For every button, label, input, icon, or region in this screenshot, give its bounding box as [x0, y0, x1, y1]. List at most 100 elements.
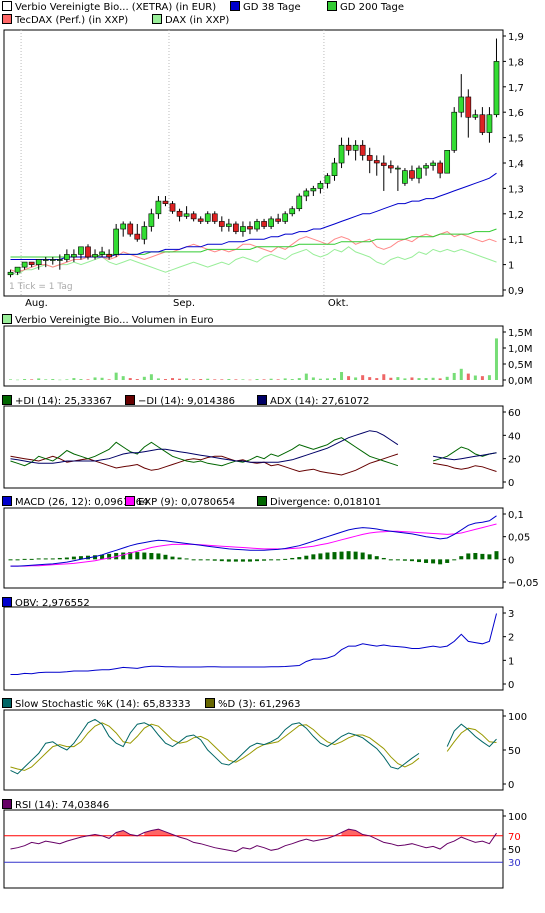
- candle-body: [71, 254, 77, 258]
- y-tick-label: 0,5M: [508, 360, 533, 371]
- y-tick-label: 60: [508, 408, 521, 419]
- volume-bar: [368, 377, 372, 380]
- volume-bar: [72, 378, 76, 380]
- candle-body: [78, 246, 84, 255]
- legend-label: Divergence: 0,018101: [270, 497, 382, 508]
- volume-bar: [58, 379, 62, 381]
- legend-label: OBV: 2,976552: [15, 598, 90, 609]
- y-tick-label: 0,9: [508, 286, 524, 297]
- candle-body: [493, 61, 500, 116]
- volume-bar: [340, 372, 344, 380]
- divergence-bar: [381, 557, 386, 560]
- legend-label: +DI (14): 25,33367: [15, 396, 112, 407]
- candle-body: [127, 223, 134, 235]
- legend-entry: DAX (in XXP): [152, 14, 229, 27]
- divergence-bar: [149, 552, 154, 560]
- legend-label: EXP (9): 0,0780654: [138, 497, 236, 508]
- candle-body: [458, 96, 465, 113]
- panel-frame: [3, 29, 504, 297]
- legend-entry: Divergence: 0,018101: [257, 496, 381, 509]
- volume-bar: [37, 378, 41, 380]
- volume-bar: [262, 379, 266, 380]
- divergence-bar: [36, 558, 41, 560]
- divergence-bar: [15, 559, 20, 561]
- panel-frame: [3, 325, 504, 387]
- candle-body: [338, 144, 345, 164]
- volume-bar: [156, 378, 160, 380]
- divergence-bar: [64, 557, 69, 560]
- y-tick-label: 0,05: [508, 533, 530, 544]
- candle-body: [472, 114, 479, 118]
- legend-label: DAX (in XXP): [165, 15, 230, 26]
- legend-label: GD 38 Tage: [243, 2, 301, 13]
- candle-body: [303, 190, 310, 197]
- volume-bar: [459, 368, 463, 380]
- panel-frame: [3, 809, 504, 889]
- tick-note: 1 Tick = 1 Tag: [9, 282, 73, 292]
- candle-body: [247, 226, 253, 230]
- candle-body: [233, 223, 239, 232]
- candle-body: [430, 162, 436, 166]
- volume-bar: [192, 379, 196, 380]
- candle-body: [204, 213, 211, 222]
- candle-body: [49, 259, 56, 261]
- divergence-bar: [219, 559, 224, 562]
- legend-entry: GD 38 Tage: [230, 1, 301, 14]
- volume-bar: [269, 378, 273, 380]
- legend-entry: ADX (14): 27,61072: [257, 395, 369, 408]
- y-tick-label: 1,9: [508, 32, 524, 43]
- candle-body: [226, 223, 232, 227]
- y-tick-label: 0: [508, 555, 514, 566]
- y-tick-label: 100: [508, 812, 527, 823]
- candle-body: [437, 162, 443, 174]
- legend-entry: EXP (9): 0,0780654: [125, 496, 235, 509]
- candle-body: [324, 175, 331, 184]
- divergence-bar: [409, 559, 414, 562]
- volume-bar: [438, 378, 442, 380]
- legend-swatch: [125, 395, 135, 405]
- y-tick-label: 20: [508, 455, 521, 466]
- candle-body: [106, 254, 112, 258]
- divergence-bar: [29, 558, 34, 560]
- divergence-bar: [142, 552, 147, 560]
- volume-bar: [234, 379, 238, 380]
- divergence-bar: [71, 556, 76, 560]
- divergence-bar: [205, 559, 210, 561]
- legend-swatch: [2, 314, 12, 324]
- legend-label: GD 200 Tage: [340, 2, 404, 13]
- candle-body: [218, 221, 225, 227]
- divergence-bar: [473, 552, 478, 560]
- volume-bar: [325, 378, 329, 380]
- legend-label: TecDAX (Perf.) (in XXP): [15, 15, 129, 26]
- y-tick-label: 50: [508, 746, 521, 757]
- candle-body: [282, 213, 289, 222]
- volume-bar: [255, 379, 259, 380]
- candle-body: [331, 162, 338, 176]
- y-tick-label: 1,3: [508, 184, 524, 195]
- y-tick-label: 1,0M: [508, 344, 533, 355]
- divergence-bar: [177, 557, 182, 560]
- divergence-bar: [198, 559, 203, 561]
- volume-bar: [417, 378, 421, 380]
- divergence-bar: [233, 559, 238, 562]
- volume-bar: [107, 379, 111, 380]
- divergence-bar: [247, 559, 252, 562]
- volume-bar: [241, 379, 245, 380]
- candle-body: [275, 218, 281, 222]
- candle-body: [190, 213, 197, 220]
- volume-bar: [206, 378, 210, 380]
- candle-body: [373, 160, 380, 164]
- y-tick-label: 1,1: [508, 235, 524, 246]
- candle-body: [211, 213, 218, 222]
- volume-bar: [396, 377, 400, 380]
- divergence-bar: [438, 559, 443, 565]
- volume-bar: [375, 378, 379, 380]
- panel-frame: [3, 405, 504, 489]
- y-tick-label: 40: [508, 431, 521, 442]
- y-tick-label: 0: [508, 680, 514, 691]
- divergence-bar: [431, 559, 436, 564]
- candle-body: [268, 218, 274, 227]
- candle-body: [395, 167, 401, 170]
- volume-bar: [480, 376, 484, 380]
- divergence-bar: [22, 558, 27, 560]
